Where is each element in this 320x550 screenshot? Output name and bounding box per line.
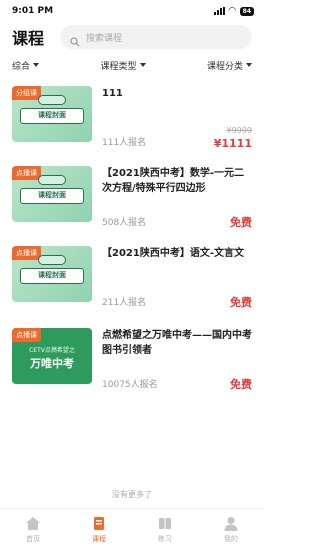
- tab-courses[interactable]: 课程: [66, 509, 132, 550]
- course-price: 免费: [230, 216, 252, 229]
- tab-home-label: 首页: [26, 534, 40, 543]
- course-thumbnail: 点播课 课程封面: [12, 166, 92, 222]
- course-badge: 点播课: [12, 328, 41, 342]
- tab-courses-label: 课程: [92, 534, 106, 543]
- course-title: 点燃希望之万唯中考——国内中考图书引领者: [102, 330, 252, 356]
- filter-sort-label: 综合: [12, 61, 31, 72]
- course-enrolled: 111人报名: [102, 138, 147, 148]
- filter-course-category-label: 课程分类: [206, 61, 243, 72]
- course-enrolled: 10075人报名: [102, 380, 158, 390]
- status-time: 9:01 PM: [12, 6, 54, 16]
- search-placeholder: 搜索课程: [86, 33, 123, 44]
- course-price: 免费: [230, 296, 252, 309]
- course-info: 【2021陕西中考】语文-文言文 211人报名 免费: [102, 246, 252, 310]
- user-icon: [223, 516, 239, 531]
- filter-sort[interactable]: 综合: [12, 59, 40, 72]
- course-item[interactable]: 点播课 CETV点燃希望之 万唯中考 点燃希望之万唯中考——国内中考图书引领者 …: [12, 328, 252, 392]
- bottom-tab-bar: 首页 课程 练习 我的: [0, 508, 264, 550]
- status-bar: 9:01 PM ◠ 84: [0, 0, 264, 22]
- course-info: 111 111人报名 ¥9999 ¥1111: [102, 86, 252, 150]
- course-enrolled: 211人报名: [102, 298, 147, 308]
- course-title: 111: [102, 88, 123, 99]
- course-info: 点燃希望之万唯中考——国内中考图书引领者 10075人报名 免费: [102, 328, 252, 392]
- course-thumbnail: 点播课 CETV点燃希望之 万唯中考: [12, 328, 92, 384]
- thumbnail-text: 课程封面: [20, 108, 84, 124]
- thumbnail-decoration: [38, 255, 66, 265]
- course-title: 【2021陕西中考】数学-一元二次方程/特殊平行四边形: [102, 168, 244, 194]
- tab-profile-label: 我的: [224, 534, 238, 543]
- filter-bar: 综合 课程类型 课程分类: [0, 52, 264, 78]
- filter-course-type[interactable]: 课程类型: [100, 59, 146, 72]
- course-item[interactable]: 分组课 课程封面 111 111人报名 ¥9999 ¥1111: [12, 86, 252, 150]
- course-info: 【2021陕西中考】数学-一元二次方程/特殊平行四边形 508人报名 免费: [102, 166, 252, 230]
- tab-home[interactable]: 首页: [0, 509, 66, 550]
- header: 课程 搜索课程: [0, 22, 264, 52]
- tab-practice[interactable]: 练习: [132, 509, 198, 550]
- caret-down-icon: [245, 63, 252, 67]
- home-icon: [25, 516, 41, 531]
- tab-profile[interactable]: 我的: [198, 509, 264, 550]
- book-icon: [91, 516, 107, 531]
- wifi-icon: ◠: [228, 5, 236, 16]
- filter-course-type-label: 课程类型: [100, 61, 137, 72]
- course-original-price: ¥9999: [226, 126, 252, 135]
- battery-icon: 84: [239, 6, 254, 16]
- search-input[interactable]: 搜索课程: [60, 25, 252, 49]
- thumbnail-text: 课程封面: [20, 268, 84, 284]
- caret-down-icon: [33, 63, 40, 67]
- course-thumbnail: 分组课 课程封面: [12, 86, 92, 142]
- thumbnail-decoration: [38, 175, 66, 185]
- thumbnail-text: 万唯中考: [30, 357, 74, 370]
- course-item[interactable]: 点播课 课程封面 【2021陕西中考】数学-一元二次方程/特殊平行四边形 508…: [12, 166, 252, 230]
- notebook-icon: [157, 516, 173, 531]
- course-badge: 点播课: [12, 166, 41, 180]
- caret-down-icon: [139, 63, 146, 67]
- thumbnail-decoration: [38, 95, 66, 105]
- course-price: ¥1111: [213, 137, 252, 150]
- filter-course-category[interactable]: 课程分类: [207, 59, 252, 72]
- search-icon: [70, 32, 80, 47]
- course-title: 【2021陕西中考】语文-文言文: [102, 248, 244, 259]
- course-badge: 分组课: [12, 86, 41, 100]
- course-badge: 点播课: [12, 246, 41, 260]
- course-thumbnail: 点播课 课程封面: [12, 246, 92, 302]
- page-title: 课程: [12, 29, 45, 48]
- thumbnail-subtext: CETV点燃希望之: [29, 347, 75, 354]
- tab-practice-label: 练习: [158, 534, 172, 543]
- status-icons: ◠ 84: [213, 5, 254, 16]
- thumbnail-text: 课程封面: [20, 188, 84, 204]
- battery-level: 84: [242, 7, 251, 15]
- end-of-list-text: 没有更多了: [112, 490, 152, 499]
- course-item[interactable]: 点播课 课程封面 【2021陕西中考】语文-文言文 211人报名 免费: [12, 246, 252, 310]
- course-price: 免费: [230, 378, 252, 391]
- signal-icon: [213, 7, 225, 15]
- course-enrolled: 508人报名: [102, 218, 147, 228]
